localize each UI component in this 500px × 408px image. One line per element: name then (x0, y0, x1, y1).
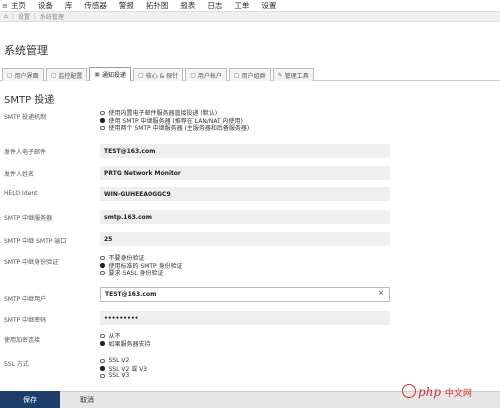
watermark-logo-text: php (418, 385, 442, 399)
smtp-password-label: SMTP 中继密码 (4, 317, 47, 324)
tab-label: 用户界面 (14, 72, 39, 80)
sender-name-label: 发件人姓名 (4, 171, 35, 178)
save-button[interactable]: 保存 (0, 391, 60, 408)
wrench-icon: ✎ (277, 71, 283, 79)
radio-dot (100, 358, 105, 363)
radio-label: 要求 SASL 身份验证 (108, 270, 164, 278)
encryption-radio-group: 从不 如果服务器支持 (100, 332, 151, 348)
page-title: 系统管理 (4, 44, 48, 57)
nav-setup[interactable]: 设置 (261, 0, 276, 11)
radio-ssl-v2-or-v3[interactable]: SSL V2 或 V3 (100, 365, 147, 373)
smtp-password-field[interactable]: ••••••••• (100, 311, 390, 325)
nav-maps[interactable]: 拓扑图 (146, 0, 169, 11)
breadcrumb: ⌂ | 设置 | 系统管理 (0, 12, 500, 22)
radio-dot (100, 255, 105, 260)
radio-dot (100, 263, 105, 268)
menu-icon[interactable]: ≡ (2, 2, 8, 10)
smtp-relay-port-field[interactable]: 25 (100, 232, 390, 246)
watermark-logo-caption: 中文网 (444, 389, 472, 399)
tab-notification-delivery[interactable]: ▣ 通知投递 (89, 67, 132, 81)
watermark-logo-icon (402, 384, 416, 398)
tab-user-groups[interactable]: ▢ 用户组群 (228, 68, 271, 81)
tab-icon: ▢ (7, 71, 13, 79)
breadcrumb-separator: | (33, 13, 36, 20)
tab-label: 用户帐户 (197, 72, 222, 80)
breadcrumb-separator: | (11, 13, 14, 20)
watermark-logo: php 中文网 (418, 385, 472, 399)
radio-two-smtp-relays[interactable]: 使用两个 SMTP 中继服务器 (主服务器和后备服务器) (100, 124, 249, 132)
radio-dot (100, 270, 105, 275)
ssl-method-label: SSL 方式 (4, 361, 29, 368)
radio-label: 如果服务器支持 (108, 340, 151, 348)
radio-ssl-v3[interactable]: SSL V3 (100, 372, 147, 380)
cancel-button[interactable]: 取消 (62, 391, 112, 408)
tab-user-interface[interactable]: ▢ 用户界面 (2, 68, 44, 81)
tab-user-accounts[interactable]: ▢ 用户帐户 (185, 68, 227, 81)
section-title: SMTP 投递 (4, 95, 55, 106)
tab-icon: ▢ (138, 71, 144, 79)
nav-alarms[interactable]: 警报 (119, 0, 134, 11)
tab-icon: ▢ (50, 71, 57, 79)
nav-devices[interactable]: 设备 (38, 0, 53, 11)
tab-label: 管理工具 (284, 72, 309, 80)
radio-dot (100, 373, 105, 378)
tab-core-probes[interactable]: ▢ 核心 & 探针 (133, 68, 184, 81)
tab-monitoring[interactable]: ▢ 监控配置 (45, 68, 88, 81)
breadcrumb-system-admin: 系统管理 (39, 14, 64, 21)
home-icon[interactable]: ⌂ (4, 13, 8, 20)
smtp-user-value: TEST@163.com (105, 291, 157, 298)
ssl-method-radio-group: SSL V2 SSL V2 或 V3 SSL V3 (100, 357, 147, 380)
nav-tickets[interactable]: 工单 (234, 0, 249, 11)
radio-label: SSL V3 (108, 372, 130, 380)
nav-home[interactable]: 主页 (11, 0, 26, 11)
radio-dot (100, 341, 105, 346)
radio-label: 使用两个 SMTP 中继服务器 (主服务器和后备服务器) (108, 125, 250, 133)
tab-admin-tools[interactable]: ✎ 管理工具 (272, 68, 314, 81)
smtp-relay-server-field[interactable]: smtp.163.com (100, 210, 390, 224)
nav-reports[interactable]: 报表 (180, 0, 195, 11)
smtp-auth-radio-group: 不要身份验证 使用标准的 SMTP 身份验证 要求 SASL 身份验证 (100, 254, 183, 277)
smtp-user-field[interactable]: TEST@163.com × (100, 287, 390, 302)
helo-ident-field[interactable]: WIN-GUHEEA0GGC9 (100, 187, 390, 201)
tab-label: 用户组群 (241, 72, 266, 80)
tab-bar: ▢ 用户界面 ▢ 监控配置 ▣ 通知投递 ▢ 核心 & 探针 ▢ 用户帐户 ▢ 用户组群 ✎… (0, 63, 500, 81)
sender-email-label: 发件人电子邮件 (4, 149, 47, 156)
tab-label: 监控配置 (58, 72, 83, 80)
delivery-mechanism-radio-group: 使用内置电子邮件服务器直接投递 (默认) 使用 SMTP 中继服务器 (推荐在 … (100, 109, 249, 132)
breadcrumb-setup[interactable]: 设置 (18, 12, 30, 21)
nav-logs[interactable]: 日志 (207, 0, 222, 11)
nav-sensors[interactable]: 传感器 (84, 0, 107, 11)
radio-dot (100, 366, 105, 371)
radio-dot (100, 125, 105, 130)
radio-if-supported[interactable]: 如果服务器支持 (100, 340, 151, 348)
tab-label: 通知投递 (102, 72, 127, 79)
top-navigation: ≡ 主页 设备 库 传感器 警报 拓扑图 报表 日志 工单 设置 (0, 0, 500, 12)
smtp-user-label: SMTP 中继用户 (4, 296, 47, 303)
tab-icon: ▢ (233, 71, 240, 79)
radio-dot (100, 333, 105, 338)
radio-dot (100, 110, 105, 115)
helo-ident-label: HELO Ident (4, 190, 38, 197)
smtp-relay-server-label: SMTP 中继服务器 (4, 215, 53, 222)
tab-label: 核心 & 探针 (145, 72, 179, 80)
smtp-auth-label: SMTP 中继身份验证 (4, 259, 59, 266)
sender-email-field[interactable]: TEST@163.com (100, 144, 390, 158)
encryption-label: 使用加密连接 (4, 337, 41, 344)
radio-sasl-auth[interactable]: 要求 SASL 身份验证 (100, 269, 183, 277)
delivery-mechanism-label: SMTP 投递机制 (4, 114, 47, 121)
clear-icon[interactable]: × (378, 289, 384, 297)
radio-dot (100, 118, 105, 123)
smtp-relay-port-label: SMTP 中继 SMTP 端口 (4, 238, 67, 245)
sender-name-field[interactable]: PRTG Network Monitor (100, 166, 390, 180)
tab-icon: ▢ (190, 71, 196, 79)
tab-icon: ▣ (94, 71, 101, 78)
nav-libraries[interactable]: 库 (65, 0, 73, 11)
